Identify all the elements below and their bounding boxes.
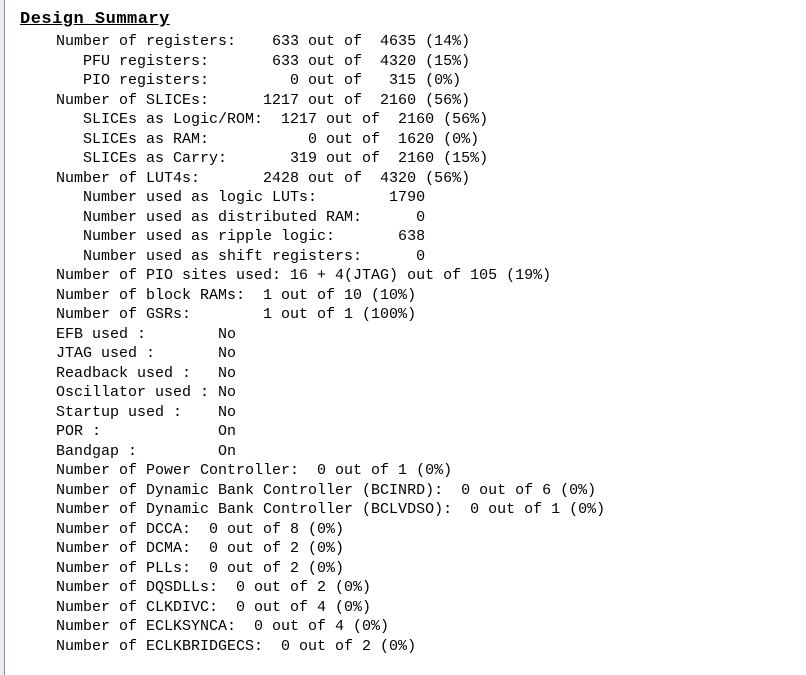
report-line: Number of DCCA: 0 out of 8 (0%) bbox=[20, 520, 345, 538]
report-line: EFB used : No bbox=[20, 325, 237, 343]
report-line: Number of registers: 633 out of 4635 (14… bbox=[20, 33, 471, 50]
left-gutter-bar bbox=[0, 0, 5, 675]
report-line: Number of SLICEs: 1217 out of 2160 (56%) bbox=[20, 91, 471, 109]
report-line: PFU registers: 633 out of 4320 (15%) bbox=[20, 52, 471, 70]
report-line: Number of CLKDIVC: 0 out of 4 (0%) bbox=[20, 598, 372, 616]
report-line: SLICEs as Carry: 319 out of 2160 (15%) bbox=[20, 150, 489, 167]
design-summary-report: Design Summary Number of registers: 633 … bbox=[20, 0, 806, 675]
report-line: Number of LUT4s: 2428 out of 4320 (56%) bbox=[20, 169, 471, 187]
page-title: Design Summary bbox=[20, 10, 170, 29]
report-line: Number used as logic LUTs: 1790 bbox=[20, 189, 426, 206]
report-line: Number of Power Controller: 0 out of 1 (… bbox=[20, 462, 453, 479]
report-line: Oscillator used : No bbox=[20, 384, 237, 401]
report-line: Number used as shift registers: 0 bbox=[20, 247, 426, 265]
report-line: Number of block RAMs: 1 out of 10 (10%) bbox=[20, 286, 417, 304]
report-line: Number of GSRs: 1 out of 1 (100%) bbox=[20, 306, 417, 323]
report-line: SLICEs as Logic/ROM: 1217 out of 2160 (5… bbox=[20, 111, 489, 128]
report-line: Number of PLLs: 0 out of 2 (0%) bbox=[20, 559, 345, 577]
report-line: PIO registers: 0 out of 315 (0%) bbox=[20, 72, 462, 89]
report-line: Number of ECLKSYNCA: 0 out of 4 (0%) bbox=[20, 618, 390, 635]
report-line: JTAG used : No bbox=[20, 345, 237, 362]
report-line: Startup used : No bbox=[20, 403, 237, 421]
report-line: Number of PIO sites used: 16 + 4(JTAG) o… bbox=[20, 267, 552, 284]
report-line: Readback used : No bbox=[20, 364, 237, 382]
report-line: Bandgap : On bbox=[20, 442, 237, 460]
report-line: Number of Dynamic Bank Controller (BCINR… bbox=[20, 481, 597, 499]
report-line-list: Number of registers: 633 out of 4635 (14… bbox=[20, 32, 806, 656]
report-line: Number of DQSDLLs: 0 out of 2 (0%) bbox=[20, 579, 372, 596]
report-line: SLICEs as RAM: 0 out of 1620 (0%) bbox=[20, 130, 480, 148]
report-line: Number used as ripple logic: 638 bbox=[20, 228, 426, 245]
report-line: Number of ECLKBRIDGECS: 0 out of 2 (0%) bbox=[20, 637, 417, 655]
report-line: POR : On bbox=[20, 423, 237, 440]
report-line: Number of DCMA: 0 out of 2 (0%) bbox=[20, 540, 345, 557]
report-line: Number used as distributed RAM: 0 bbox=[20, 208, 426, 226]
report-line: Number of Dynamic Bank Controller (BCLVD… bbox=[20, 501, 606, 518]
